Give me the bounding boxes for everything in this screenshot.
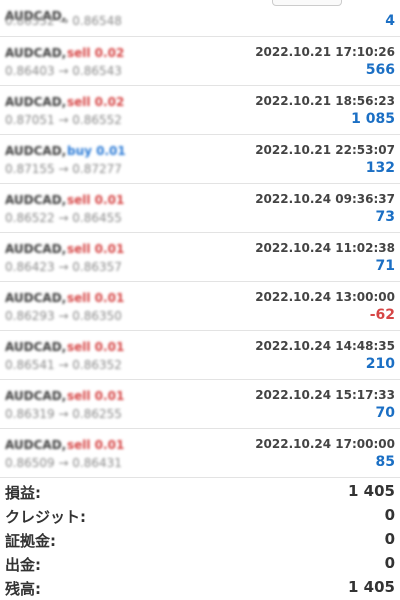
trade-profit: 70 <box>375 405 395 421</box>
summary-row: 証拠金: 0 <box>0 528 400 552</box>
trade-row[interactable]: AUDCAD, sell 0.02 0.87051 → 0.86552 2022.1… <box>0 86 400 135</box>
summary-label: 証拠金: <box>5 532 56 550</box>
trade-profit: 132 <box>365 160 395 176</box>
trade-prices: 0.86293 → 0.86350 <box>5 309 122 323</box>
trade-profit: -62 <box>369 307 395 323</box>
trade-symbol: AUDCAD, <box>5 340 67 354</box>
trade-time: 2022.10.21 17:10:26 <box>255 45 395 59</box>
trade-time: 2022.10.24 11:02:38 <box>255 241 395 255</box>
summary-row: 残高: 1 405 <box>0 576 400 600</box>
trade-row[interactable]: AUDCAD, sell 0.01 0.86423 → 0.86357 2022.1… <box>0 233 400 282</box>
trade-row[interactable]: AUDCAD, buy 0.01 0.87155 → 0.87277 2022.10… <box>0 135 400 184</box>
summary-label: 出金: <box>5 556 41 574</box>
trade-prices: 0.86423 → 0.86357 <box>5 260 122 274</box>
trade-symbol: AUDCAD, <box>5 242 67 256</box>
trade-row[interactable]: AUDCAD, sell 0.01 0.86522 → 0.86455 2022.1… <box>0 184 400 233</box>
trade-row[interactable]: AUDCAD, sell 0.01 0.86541 → 0.86352 2022.1… <box>0 331 400 380</box>
trade-symbol: AUDCAD, <box>5 95 67 109</box>
trade-profit: 4 <box>385 13 395 29</box>
trade-direction: sell 0.01 <box>67 242 125 256</box>
trade-prices: 0.86552 → 0.86548 <box>5 14 122 28</box>
trade-direction: sell 0.01 <box>67 340 125 354</box>
trade-prices: 0.87155 → 0.87277 <box>5 162 122 176</box>
trade-time: 2022.10.24 14:48:35 <box>255 339 395 353</box>
summary-value: 1 405 <box>348 482 395 500</box>
trade-profit: 71 <box>375 258 395 274</box>
trade-symbol: AUDCAD, <box>5 389 67 403</box>
trade-profit: 210 <box>365 356 395 372</box>
trade-profit: 1 085 <box>351 111 395 127</box>
trade-row[interactable]: AUDCAD, 0.86552 → 0.86548 4 <box>0 0 400 37</box>
trade-prices: 0.86522 → 0.86455 <box>5 211 122 225</box>
summary-row: 損益: 1 405 <box>0 480 400 504</box>
trade-symbol: AUDCAD, <box>5 144 67 158</box>
summary-row: 出金: 0 <box>0 552 400 576</box>
summary-row: クレジット: 0 <box>0 504 400 528</box>
summary-value: 0 <box>384 530 395 548</box>
trade-time: 2022.10.24 09:36:37 <box>255 192 395 206</box>
trade-time: 2022.10.24 13:00:00 <box>255 290 395 304</box>
summary-label: クレジット: <box>5 508 86 526</box>
trade-row[interactable]: AUDCAD, sell 0.01 0.86293 → 0.86350 2022.1… <box>0 282 400 331</box>
trade-time: 2022.10.24 15:17:33 <box>255 388 395 402</box>
trade-row[interactable]: AUDCAD, sell 0.01 0.86509 → 0.86431 2022.1… <box>0 429 400 478</box>
summary-value: 0 <box>384 554 395 572</box>
trade-symbol: AUDCAD, <box>5 46 67 60</box>
trade-profit: 85 <box>375 454 395 470</box>
trade-prices: 0.86403 → 0.86543 <box>5 64 122 78</box>
trade-profit: 566 <box>365 62 395 78</box>
trade-direction: sell 0.01 <box>67 389 125 403</box>
trade-prices: 0.86509 → 0.86431 <box>5 456 122 470</box>
trade-direction: sell 0.01 <box>67 291 125 305</box>
summary-label: 損益: <box>5 484 41 502</box>
trade-symbol: AUDCAD, <box>5 193 67 207</box>
account-summary: 損益: 1 405 クレジット: 0 証拠金: 0 出金: 0 残高: 1 405 <box>0 480 400 600</box>
trade-row[interactable]: AUDCAD, sell 0.02 0.86403 → 0.86543 2022.1… <box>0 37 400 86</box>
trade-symbol: AUDCAD, <box>5 438 67 452</box>
trade-history-list: AUDCAD, 0.86552 → 0.86548 4 AUDCAD, sell 0… <box>0 0 400 478</box>
trade-direction: sell 0.01 <box>67 193 125 207</box>
trade-prices: 0.87051 → 0.86552 <box>5 113 122 127</box>
summary-value: 0 <box>384 506 395 524</box>
trade-direction: sell 0.01 <box>67 438 125 452</box>
trade-profit: 73 <box>375 209 395 225</box>
trade-direction: sell 0.02 <box>67 95 125 109</box>
summary-label: 残高: <box>5 580 41 598</box>
trade-time: 2022.10.24 17:00:00 <box>255 437 395 451</box>
trade-prices: 0.86319 → 0.86255 <box>5 407 122 421</box>
trade-time: 2022.10.21 18:56:23 <box>255 94 395 108</box>
trade-time: 2022.10.21 22:53:07 <box>255 143 395 157</box>
trade-direction: buy 0.01 <box>67 144 126 158</box>
trade-direction: sell 0.02 <box>67 46 125 60</box>
summary-value: 1 405 <box>348 578 395 596</box>
trade-row[interactable]: AUDCAD, sell 0.01 0.86319 → 0.86255 2022.1… <box>0 380 400 429</box>
trade-symbol: AUDCAD, <box>5 291 67 305</box>
trade-prices: 0.86541 → 0.86352 <box>5 358 122 372</box>
